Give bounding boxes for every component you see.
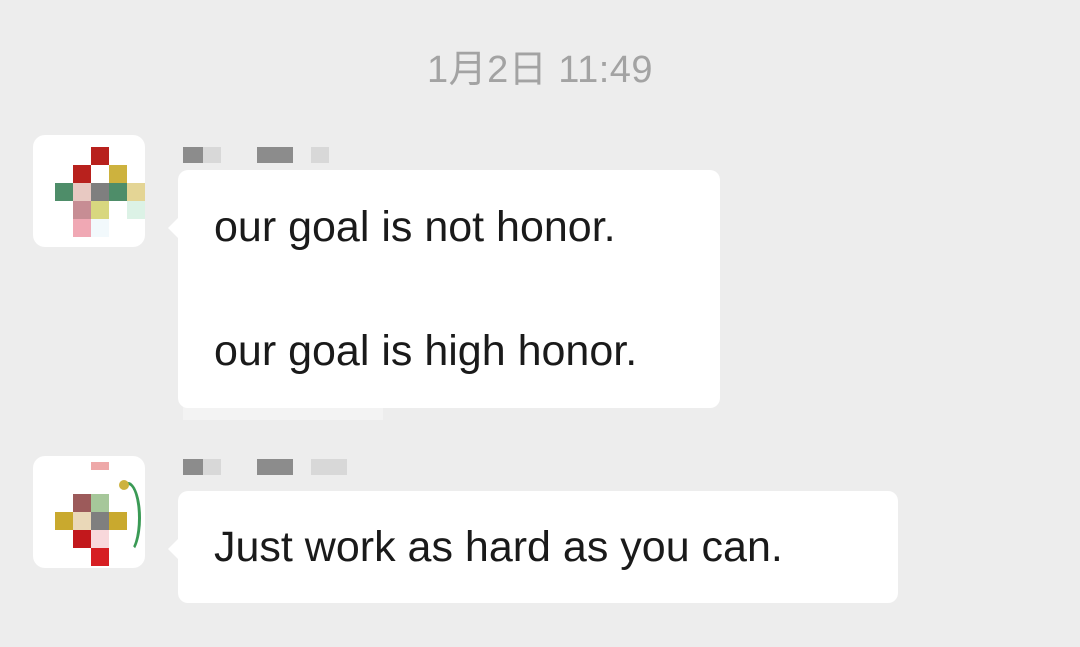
message-bubble[interactable]: our goal is not honor. our goal is high …	[168, 170, 720, 408]
redaction-block	[183, 147, 203, 163]
avatar-pixel	[73, 530, 91, 548]
message-text: Just work as hard as you can.	[214, 523, 783, 571]
redaction-block	[203, 147, 221, 163]
redaction-block	[257, 147, 293, 163]
message-text: our goal is high honor.	[214, 327, 638, 375]
message-bubble[interactable]: Just work as hard as you can.	[168, 491, 898, 603]
avatar-pixel	[91, 183, 109, 201]
avatar-pixel	[91, 219, 109, 237]
avatar-pixel	[73, 201, 91, 219]
message-text: our goal is not honor.	[214, 203, 616, 251]
avatar-pixel	[73, 165, 91, 183]
avatar-pixel	[55, 183, 73, 201]
avatar-pixel	[109, 183, 127, 201]
avatar-pixel	[91, 462, 109, 470]
avatar-pixel	[91, 147, 109, 165]
avatar-pixel	[127, 183, 145, 201]
bubble-shadow	[183, 406, 383, 420]
avatar-pixel	[73, 494, 91, 512]
sender-name-redacted	[183, 147, 363, 163]
avatar-pixel	[73, 512, 91, 530]
avatar-pixel	[91, 201, 109, 219]
avatar-dot	[119, 480, 129, 490]
avatar-pixel	[127, 201, 145, 219]
avatar-pixel	[73, 183, 91, 201]
redaction-block	[183, 459, 203, 475]
avatar-pixel	[91, 512, 109, 530]
redaction-block	[203, 459, 221, 475]
avatar-pixel	[73, 219, 91, 237]
avatar-swirl	[115, 482, 141, 554]
redaction-block	[311, 459, 347, 475]
avatar-pixel	[91, 548, 109, 566]
avatar-pixel	[55, 512, 73, 530]
avatar-pixel	[109, 165, 127, 183]
avatar-pixel	[91, 494, 109, 512]
message-timestamp: 1月2日 11:49	[426, 49, 654, 91]
redaction-block	[311, 147, 329, 163]
avatar-pixel	[91, 530, 109, 548]
redaction-block	[257, 459, 293, 475]
avatar[interactable]	[33, 456, 145, 568]
sender-name-redacted	[183, 459, 363, 475]
avatar[interactable]	[33, 135, 145, 247]
